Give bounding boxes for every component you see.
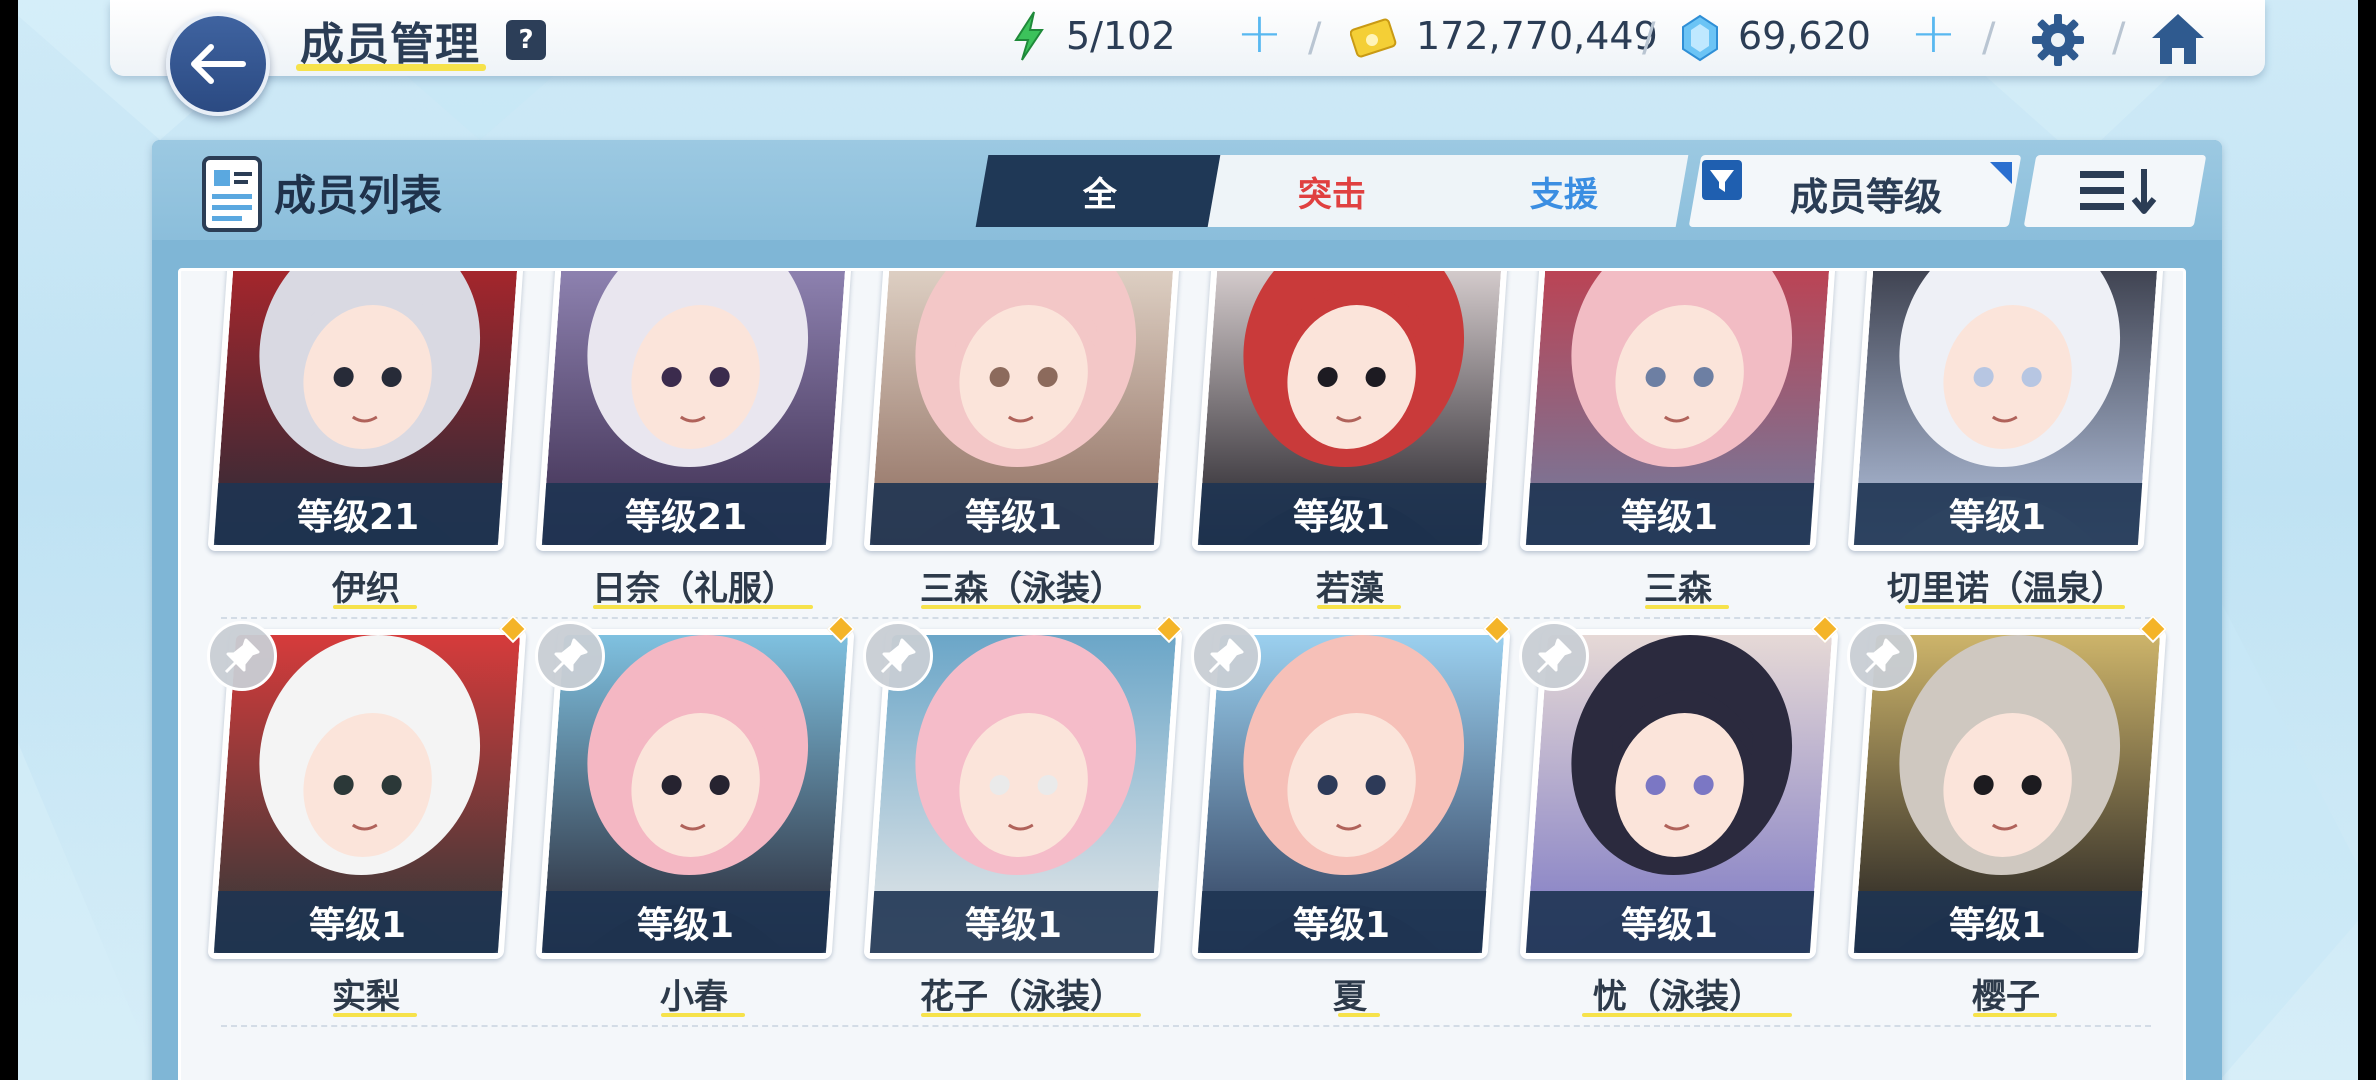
page-title: 成员管理 — [300, 19, 480, 70]
student-name: 樱子 — [1972, 977, 2040, 1017]
student-level-badge: 等级21 — [541, 483, 831, 545]
student-card[interactable]: 等级1 — [1847, 271, 2167, 551]
pin-icon[interactable] — [1519, 621, 1589, 691]
student-name-underline — [593, 605, 813, 609]
student-level-badge: 等级1 — [213, 891, 503, 953]
pin-icon[interactable] — [1191, 621, 1261, 691]
student-level: 等级1 — [965, 905, 1063, 946]
pin-icon[interactable] — [207, 621, 277, 691]
student-level-badge: 等级1 — [1525, 891, 1815, 953]
student-name: 伊织 — [332, 569, 400, 609]
student-name: 三森 — [1644, 569, 1712, 609]
student-name-underline — [661, 1013, 745, 1017]
student-name-underline — [1645, 605, 1729, 609]
student-level-badge: 等级1 — [1853, 891, 2143, 953]
home-icon[interactable] — [2148, 10, 2208, 68]
student-name: 日奈（礼服） — [592, 569, 796, 609]
screen-edge-right — [2358, 0, 2376, 1080]
student-level: 等级1 — [1621, 497, 1719, 538]
help-button[interactable]: ? — [506, 20, 546, 60]
ap-value: 5/102 — [1066, 14, 1176, 58]
student-level: 等级1 — [1293, 497, 1391, 538]
divider: / — [2112, 15, 2126, 61]
student-level: 等级1 — [637, 905, 735, 946]
student-grid: 等级21 伊织 等级21 日奈（礼服） 等级1 三森（泳装） 等级1 若藻 等级1 三森 等级1 切里… — [178, 268, 2186, 1080]
student-name: 实梨 — [332, 977, 400, 1017]
student-name: 花子（泳装） — [920, 977, 1124, 1017]
dropdown-corner-icon — [1990, 162, 2012, 184]
student-name: 三森（泳装） — [920, 569, 1124, 609]
pin-icon[interactable] — [535, 621, 605, 691]
student-name-underline — [1973, 1013, 2057, 1017]
student-level-badge: 等级1 — [1525, 483, 1815, 545]
title-underline — [296, 64, 486, 71]
divider: / — [1982, 15, 1996, 61]
student-name-underline — [1905, 605, 2125, 609]
student-card[interactable]: 等级1 — [1519, 271, 1839, 551]
screen-edge-left — [0, 0, 18, 1080]
student-list-icon — [202, 156, 262, 232]
student-card[interactable]: 等级21 — [207, 271, 527, 551]
credit-icon — [1350, 18, 1397, 58]
student-level: 等级1 — [309, 905, 407, 946]
filter-icon — [1702, 160, 1742, 200]
student-level: 等级1 — [965, 497, 1063, 538]
student-level-badge: 等级21 — [213, 483, 503, 545]
student-name: 忧（泳装） — [1593, 977, 1763, 1017]
ap-add-button[interactable]: + — [1236, 6, 1283, 62]
divider: / — [1642, 15, 1656, 61]
tab-special[interactable]: 支援 — [1439, 155, 1689, 227]
student-level-badge: 等级1 — [1853, 483, 2143, 545]
student-card[interactable]: 等级1 — [863, 271, 1183, 551]
credits-value: 172,770,449 — [1416, 14, 1658, 58]
student-level: 等级1 — [1949, 497, 2047, 538]
tab-striker[interactable]: 突击 — [1207, 155, 1457, 227]
tab-all-label: 全 — [1083, 174, 1117, 215]
student-name: 小春 — [660, 977, 728, 1017]
student-level-badge: 等级1 — [1197, 891, 1487, 953]
student-name-underline — [1317, 605, 1401, 609]
pyroxene-value: 69,620 — [1738, 14, 1871, 58]
row-divider — [221, 1025, 2151, 1027]
back-button[interactable] — [166, 12, 270, 116]
student-name-underline — [1338, 1013, 1380, 1017]
student-name: 夏 — [1333, 977, 1367, 1017]
student-level-badge: 等级1 — [1197, 483, 1487, 545]
divider: / — [1308, 15, 1322, 61]
level-filter-label: 成员等级 — [1790, 175, 1943, 219]
sort-icon — [2080, 169, 2157, 214]
pin-icon[interactable] — [863, 621, 933, 691]
student-name-underline — [921, 1013, 1141, 1017]
student-name-underline — [333, 1013, 417, 1017]
ap-lightning-icon — [1014, 11, 1044, 61]
pyroxene-icon — [1682, 14, 1718, 62]
student-level: 等级21 — [624, 497, 748, 538]
student-level: 等级21 — [296, 497, 420, 538]
pyroxene-add-button[interactable]: + — [1910, 6, 1957, 62]
student-level-badge: 等级1 — [869, 483, 1159, 545]
pin-icon[interactable] — [1847, 621, 1917, 691]
tab-striker-label: 突击 — [1298, 174, 1366, 215]
arrow-left-icon — [191, 44, 246, 84]
student-card[interactable]: 等级1 — [1191, 271, 1511, 551]
student-level: 等级1 — [1293, 905, 1391, 946]
student-level-badge: 等级1 — [869, 891, 1159, 953]
student-name-underline — [921, 605, 1141, 609]
student-level: 等级1 — [1621, 905, 1719, 946]
student-level-badge: 等级1 — [541, 891, 831, 953]
gear-icon[interactable] — [2030, 12, 2086, 68]
student-name-underline — [333, 605, 417, 609]
student-card[interactable]: 等级21 — [535, 271, 855, 551]
tab-special-label: 支援 — [1530, 174, 1598, 215]
student-list-title: 成员列表 — [274, 171, 443, 220]
student-level: 等级1 — [1949, 905, 2047, 946]
student-name: 切里诺（温泉） — [1887, 569, 2125, 609]
tab-all[interactable]: 全 — [975, 155, 1225, 227]
student-name: 若藻 — [1316, 569, 1384, 609]
student-name-underline — [1582, 1013, 1792, 1017]
